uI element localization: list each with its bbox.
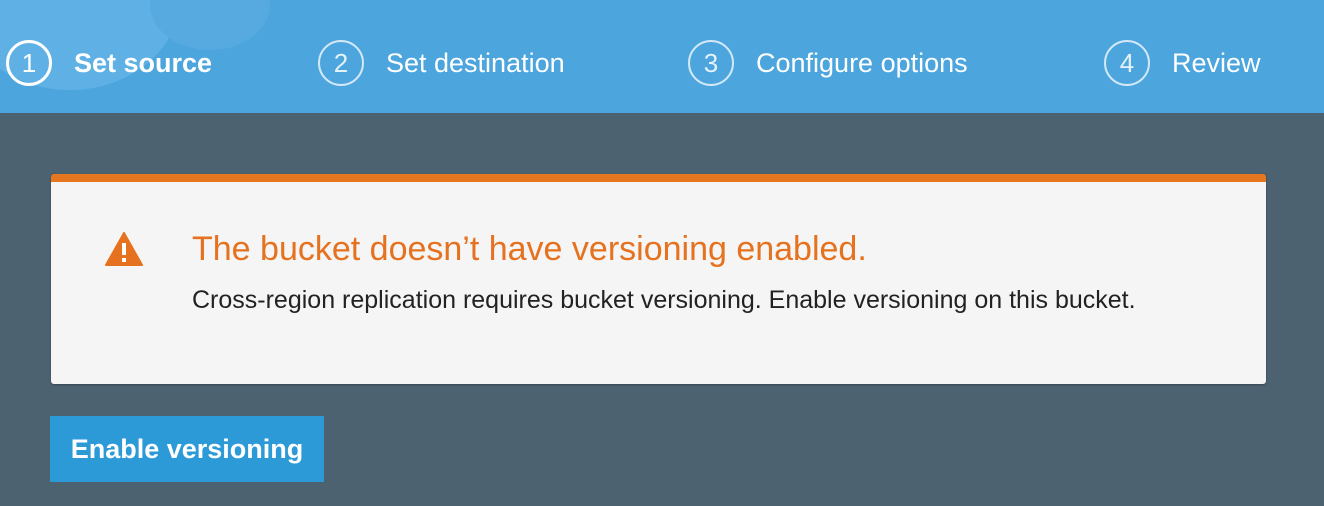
- wizard-stepper: 1 Set source 2 Set destination 3 Configu…: [0, 0, 1324, 113]
- step-number: 3: [688, 40, 734, 86]
- warning-icon: [105, 232, 143, 266]
- step-set-destination[interactable]: 2 Set destination: [318, 37, 565, 89]
- step-label: Configure options: [756, 47, 968, 78]
- alert-message: Cross-region replication requires bucket…: [192, 286, 1136, 314]
- step-number: 2: [318, 40, 364, 86]
- enable-versioning-button[interactable]: Enable versioning: [50, 416, 324, 482]
- step-number: 4: [1104, 40, 1150, 86]
- step-set-source[interactable]: 1 Set source: [6, 37, 212, 89]
- step-configure-options[interactable]: 3 Configure options: [688, 37, 968, 89]
- alert-title: The bucket doesn’t have versioning enabl…: [192, 230, 867, 268]
- step-label: Set source: [74, 47, 213, 78]
- step-review[interactable]: 4 Review: [1104, 37, 1261, 89]
- step-label: Set destination: [386, 47, 565, 78]
- step-number: 1: [6, 40, 52, 86]
- versioning-warning-alert: The bucket doesn’t have versioning enabl…: [51, 174, 1266, 384]
- step-label: Review: [1172, 47, 1261, 78]
